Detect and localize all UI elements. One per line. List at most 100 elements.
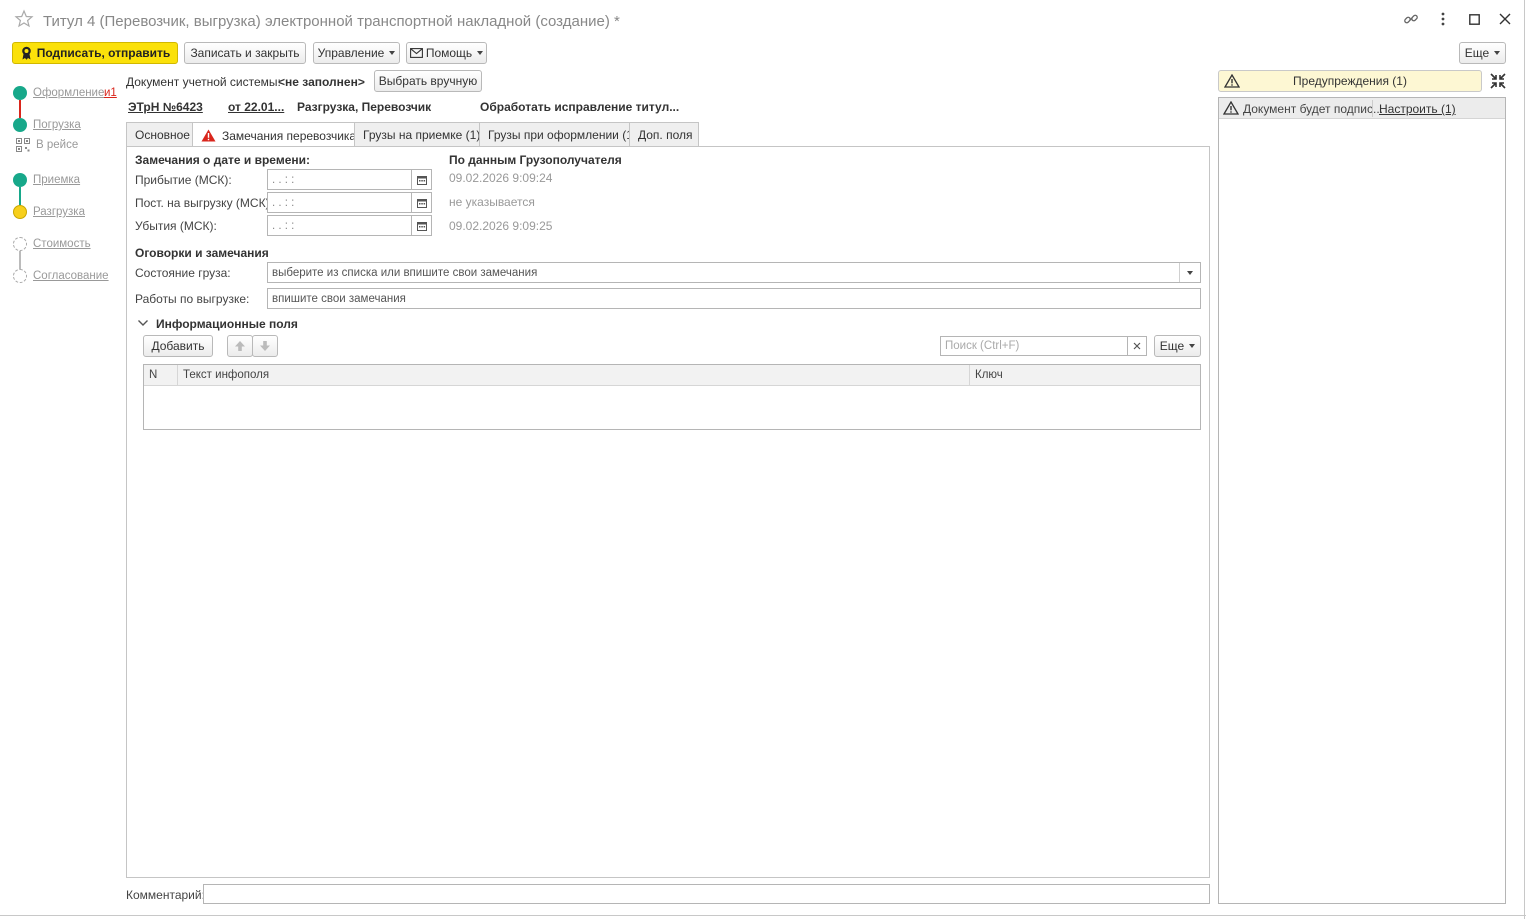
choose-manual-button[interactable]: Выбрать вручную: [374, 70, 482, 92]
etrn-date-link[interactable]: от 22.01...: [228, 100, 284, 114]
datetime-remarks-header: Замечания о дате и времени:: [135, 153, 310, 167]
close-icon[interactable]: [1495, 9, 1515, 29]
certificate-icon: [20, 46, 33, 60]
window-title: Титул 4 (Перевозчик, выгрузка) электронн…: [43, 13, 620, 30]
favorite-star-icon[interactable]: [14, 9, 34, 29]
step-indicator-oformlenie: [13, 86, 27, 100]
step-connector: [19, 251, 21, 269]
departure-label: Убытия (МСК):: [135, 219, 217, 233]
unload-start-consignee-value: не указывается: [449, 195, 535, 209]
step-label-in-transit: В рейсе: [36, 139, 79, 151]
manage-label: Управление: [317, 46, 385, 60]
add-info-field-button[interactable]: Добавить: [143, 335, 213, 357]
departure-consignee-value: 09.02.2026 9:09:25: [449, 219, 553, 233]
move-down-button[interactable]: [252, 335, 278, 357]
table-more-label: Еще: [1159, 339, 1185, 353]
more-label: Еще: [1464, 46, 1490, 60]
warnings-header-button[interactable]: Предупреждения (1): [1218, 70, 1482, 92]
search-input[interactable]: Поиск (Ctrl+F): [940, 336, 1128, 356]
arrow-down-icon: [260, 341, 270, 351]
etrn-number-link[interactable]: ЭТрН №6423: [128, 100, 203, 114]
comment-label: Комментарий:: [126, 888, 205, 902]
more-vertical-icon[interactable]: [1433, 9, 1453, 29]
warning-triangle-icon: [1224, 74, 1240, 88]
cargo-state-placeholder: выберите из списка или впишите свои заме…: [272, 266, 538, 279]
dropdown-chevron-icon[interactable]: [1179, 263, 1200, 282]
sign-send-label: Подписать, отправить: [36, 46, 171, 60]
mail-icon: [409, 48, 423, 58]
step-link-pogruzka[interactable]: Погрузка: [33, 119, 81, 131]
help-menu-button[interactable]: Помощь: [406, 42, 487, 64]
reservations-header: Оговорки и замечания: [135, 246, 269, 260]
collapse-chevron-icon[interactable]: [137, 317, 149, 329]
qr-code-icon: [16, 138, 30, 152]
table-more-button[interactable]: Еще: [1154, 335, 1201, 357]
window-bottom-border: [0, 915, 1526, 916]
step-link-stoimost[interactable]: Стоимость: [33, 238, 91, 250]
info-fields-header[interactable]: Информационные поля: [156, 317, 298, 331]
document-status: Разгрузка, Перевозчик: [297, 100, 432, 114]
column-header-key[interactable]: Ключ: [970, 365, 1200, 385]
step-indicator-razgruzka: [13, 205, 27, 219]
link-icon[interactable]: [1401, 9, 1421, 29]
step-indicator-soglasovanie: [13, 269, 27, 283]
unload-start-label: Пост. на выгрузку (МСК):: [135, 196, 273, 210]
arrow-up-icon: [235, 341, 245, 351]
column-header-text[interactable]: Текст инфополя: [178, 365, 970, 385]
save-close-button[interactable]: Записать и закрыть: [184, 42, 306, 64]
account-doc-label: Документ учетной системы:: [126, 75, 281, 89]
chevron-down-icon: [1189, 344, 1196, 348]
step-badge[interactable]: и1: [104, 87, 117, 99]
tab-carrier-remarks-label: Замечания перевозчика: [222, 128, 357, 143]
unload-work-input[interactable]: впишите свои замечания: [267, 288, 1201, 309]
cargo-state-input[interactable]: выберите из списка или впишите свои заме…: [267, 262, 1201, 283]
column-header-n[interactable]: N: [144, 365, 178, 385]
warning-text: Документ будет подпис...: [1243, 102, 1383, 116]
unload-work-label: Работы по выгрузке:: [135, 292, 250, 306]
chevron-down-icon: [1494, 51, 1501, 55]
calendar-icon[interactable]: [411, 169, 432, 190]
tab-cargo-registration[interactable]: Грузы при оформлении (1): [479, 122, 637, 147]
chevron-down-icon: [389, 51, 396, 55]
chevron-down-icon: [477, 51, 484, 55]
account-doc-value[interactable]: <не заполнен>: [278, 75, 365, 89]
calendar-icon[interactable]: [411, 215, 432, 236]
calendar-icon[interactable]: [411, 192, 432, 213]
move-up-button[interactable]: [227, 335, 253, 357]
search-placeholder: Поиск (Ctrl+F): [945, 340, 1020, 352]
clear-search-icon[interactable]: [1127, 336, 1147, 356]
cell-divider: [1372, 100, 1373, 117]
tab-carrier-remarks[interactable]: Замечания перевозчика: [192, 122, 357, 148]
step-indicator-stoimost: [13, 237, 27, 251]
cargo-state-label: Состояние груза:: [135, 266, 231, 280]
step-link-soglasovanie[interactable]: Согласование: [33, 270, 109, 282]
unload-start-datetime-input[interactable]: . . : :: [267, 192, 412, 213]
maximize-icon[interactable]: [1464, 9, 1484, 29]
warning-row[interactable]: Документ будет подпис... Настроить (1): [1219, 98, 1505, 119]
warning-icon: [201, 129, 216, 142]
header-divider: [144, 385, 1200, 386]
step-connector: [19, 187, 21, 205]
arrival-datetime-input[interactable]: . . : :: [267, 169, 412, 190]
step-link-razgruzka[interactable]: Разгрузка: [33, 206, 85, 218]
step-link-priemka[interactable]: Приемка: [33, 174, 80, 186]
window-right-border: [1524, 0, 1525, 919]
process-correction-link[interactable]: Обработать исправление титул...: [480, 100, 679, 114]
tab-main[interactable]: Основное: [126, 122, 193, 147]
collapse-panel-icon[interactable]: [1489, 72, 1507, 90]
consignee-data-header: По данным Грузополучателя: [449, 153, 622, 167]
warning-triangle-icon: [1223, 101, 1239, 115]
tab-extra-fields[interactable]: Доп. поля: [629, 122, 699, 147]
comment-input[interactable]: [203, 884, 1210, 904]
step-indicator-priemka: [13, 173, 27, 187]
more-menu-button[interactable]: Еще: [1459, 42, 1506, 64]
departure-datetime-input[interactable]: . . : :: [267, 215, 412, 236]
tab-cargo-receipt[interactable]: Грузы на приемке (1): [354, 122, 480, 147]
configure-link[interactable]: Настроить (1): [1379, 102, 1456, 116]
step-link-oformlenie[interactable]: Оформление: [33, 87, 104, 99]
arrival-label: Прибытие (МСК):: [135, 173, 232, 187]
manage-menu-button[interactable]: Управление: [313, 42, 400, 64]
sign-send-button[interactable]: Подписать, отправить: [12, 42, 178, 64]
info-fields-table[interactable]: N Текст инфополя Ключ: [143, 364, 1201, 430]
arrival-consignee-value: 09.02.2026 9:09:24: [449, 171, 553, 185]
